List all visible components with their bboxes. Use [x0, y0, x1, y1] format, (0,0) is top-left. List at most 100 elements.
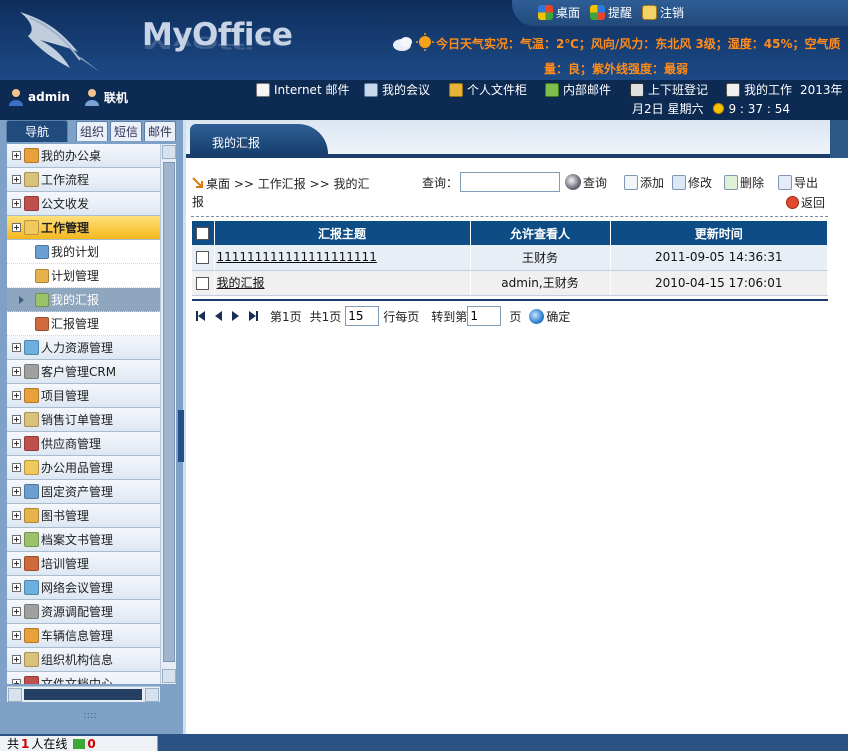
tree-item[interactable]: 文件文档中心 [7, 672, 160, 684]
quicklink-internet-mail[interactable]: Internet 邮件 [256, 81, 349, 98]
delete-button[interactable]: 删除 [724, 174, 764, 191]
tree-item[interactable]: 资源调配管理 [7, 600, 160, 624]
confirm-button[interactable]: 确定 [546, 308, 570, 325]
expand-icon[interactable] [12, 463, 21, 472]
scroll-left-button[interactable] [8, 688, 22, 702]
quicklink-file-cabinet[interactable]: 个人文件柜 [449, 81, 527, 98]
sidebar-splitter[interactable] [178, 410, 184, 462]
sidebar-grip[interactable]: :::: [60, 710, 120, 726]
tab-mail[interactable]: 邮件 [144, 121, 176, 141]
expand-icon[interactable] [12, 415, 21, 424]
quicklink-attendance[interactable]: 上下班登记 [630, 81, 708, 98]
tree-subitem[interactable]: 计划管理 [7, 264, 160, 288]
tree-item[interactable]: 档案文书管理 [7, 528, 160, 552]
scroll-down-button[interactable] [162, 669, 176, 683]
col-header-title[interactable]: 汇报主题 [214, 221, 471, 245]
expand-icon[interactable] [12, 535, 21, 544]
quicklink-my-work[interactable]: 我的工作 2013年 [726, 81, 843, 98]
reminder-link[interactable]: 提醒 [590, 4, 632, 21]
expand-icon[interactable] [12, 391, 21, 400]
expand-icon[interactable] [12, 367, 21, 376]
edit-button[interactable]: 修改 [672, 174, 712, 191]
add-button[interactable]: 添加 [624, 174, 664, 191]
report-title-link[interactable]: 我的汇报 [217, 276, 265, 290]
tree-item[interactable]: 工作管理 [7, 216, 160, 240]
expand-icon[interactable] [12, 631, 21, 640]
col-header-viewers[interactable]: 允许查看人 [470, 221, 611, 245]
expand-icon[interactable] [12, 439, 21, 448]
search-icon[interactable] [565, 174, 582, 190]
sidebar-tabs: 导航 组织 短信 邮件 [4, 120, 180, 142]
tree-item[interactable]: 供应商管理 [7, 432, 160, 456]
first-page-button[interactable] [196, 311, 205, 321]
next-page-button[interactable] [232, 311, 239, 321]
expand-icon[interactable] [12, 559, 21, 568]
select-all-checkbox[interactable] [196, 227, 210, 240]
expand-icon[interactable] [12, 151, 21, 160]
tree-item[interactable]: 办公用品管理 [7, 456, 160, 480]
tree-item[interactable]: 项目管理 [7, 384, 160, 408]
tree-item[interactable]: 组织机构信息 [7, 648, 160, 672]
row-checkbox[interactable] [196, 276, 210, 290]
online-users-box[interactable]: 共 1 人在线 0 [0, 736, 158, 751]
scroll-right-button[interactable] [145, 688, 159, 702]
tree-item[interactable]: 车辆信息管理 [7, 624, 160, 648]
tree-item[interactable]: 网络会议管理 [7, 576, 160, 600]
quicklink-internal-mail[interactable]: 内部邮件 [545, 81, 611, 98]
nav-item-icon [24, 652, 39, 667]
export-button[interactable]: 导出 [778, 174, 818, 191]
tree-subitem[interactable]: 我的计划 [7, 240, 160, 264]
tree-item[interactable]: 公文收发 [7, 192, 160, 216]
expand-icon[interactable] [12, 175, 21, 184]
tree-item[interactable]: 销售订单管理 [7, 408, 160, 432]
report-title-link[interactable]: 111111111111111111111 [217, 250, 377, 264]
search-button[interactable]: 查询 [583, 174, 607, 191]
sidebar-vertical-scrollbar[interactable] [160, 144, 176, 684]
tree-subitem[interactable]: 我的汇报 [7, 288, 160, 312]
tree-item-label: 组织机构信息 [41, 653, 114, 667]
quicklink-my-meeting[interactable]: 我的会议 [364, 81, 430, 98]
tree-item[interactable]: 客户管理CRM [7, 360, 160, 384]
prev-page-button[interactable] [215, 311, 222, 321]
expand-icon[interactable] [12, 583, 21, 592]
expand-icon[interactable] [12, 511, 21, 520]
expand-icon[interactable] [12, 679, 21, 684]
confirm-icon[interactable] [529, 308, 545, 324]
search-input[interactable] [460, 172, 561, 192]
tree-item[interactable]: 我的办公桌 [7, 144, 160, 168]
rows-per-page-input[interactable] [345, 306, 380, 326]
tree-item[interactable]: 固定资产管理 [7, 480, 160, 504]
tree-item-label: 资源调配管理 [41, 605, 114, 619]
scroll-thumb[interactable] [163, 162, 175, 662]
tab-organization[interactable]: 组织 [76, 121, 108, 141]
expand-icon[interactable] [12, 343, 21, 352]
tab-my-report[interactable]: 我的汇报 [190, 124, 328, 154]
online-status[interactable]: 联机 [104, 89, 128, 106]
col-header-updated[interactable]: 更新时间 [610, 221, 828, 245]
goto-page-input[interactable] [467, 306, 502, 326]
tree-item-label: 我的汇报 [51, 293, 100, 307]
tree-subitem[interactable]: 汇报管理 [7, 312, 160, 336]
username[interactable]: admin [28, 90, 70, 104]
expand-icon[interactable] [12, 655, 21, 664]
back-button[interactable]: 返回 [786, 194, 825, 211]
expand-icon[interactable] [12, 223, 21, 232]
expand-icon[interactable] [12, 607, 21, 616]
tab-sms[interactable]: 短信 [110, 121, 142, 141]
tree-item[interactable]: 工作流程 [7, 168, 160, 192]
desktop-link[interactable]: 桌面 [538, 4, 580, 21]
sidebar-horizontal-scrollbar[interactable] [7, 686, 160, 702]
row-checkbox[interactable] [196, 251, 210, 265]
expand-icon[interactable] [12, 199, 21, 208]
tab-navigation[interactable]: 导航 [6, 120, 68, 142]
weather-text-line2: 量：良；紫外线强度：最弱 [544, 62, 689, 76]
logout-link[interactable]: 注销 [642, 4, 684, 21]
tree-item[interactable]: 培训管理 [7, 552, 160, 576]
last-page-button[interactable] [249, 311, 258, 321]
rows-per-page-label: 行每页 [383, 309, 420, 324]
scroll-up-button[interactable] [162, 145, 176, 159]
tree-item[interactable]: 人力资源管理 [7, 336, 160, 360]
scroll-thumb-horizontal[interactable] [24, 689, 142, 700]
expand-icon[interactable] [12, 487, 21, 496]
tree-item[interactable]: 图书管理 [7, 504, 160, 528]
